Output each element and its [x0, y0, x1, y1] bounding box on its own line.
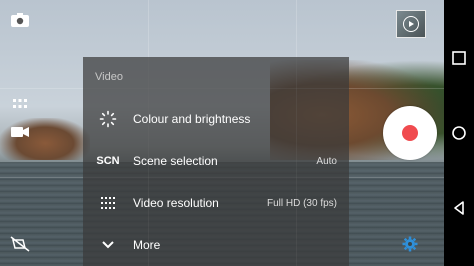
- video-mode-icon[interactable]: [8, 120, 32, 144]
- home-icon[interactable]: [449, 123, 469, 143]
- flash-off-icon[interactable]: [8, 232, 32, 256]
- menu-item-more[interactable]: More: [83, 224, 349, 266]
- scn-icon: SCN: [96, 155, 120, 167]
- record-button[interactable]: [383, 106, 437, 160]
- video-settings-menu: Video Colour and brightness SCN Scene se…: [83, 57, 349, 266]
- gear-icon[interactable]: [400, 234, 420, 254]
- menu-item-colour-brightness[interactable]: Colour and brightness: [83, 98, 349, 140]
- mode-dots-icon[interactable]: [8, 92, 32, 116]
- menu-item-label: More: [133, 238, 161, 252]
- menu-item-value: Auto: [316, 155, 337, 167]
- menu-item-label: Video resolution: [133, 196, 219, 210]
- grid-dots-icon: [83, 196, 133, 210]
- menu-item-label: Scene selection: [133, 154, 218, 168]
- menu-item-scene-selection[interactable]: SCN Scene selection Auto: [83, 140, 349, 182]
- menu-item-video-resolution[interactable]: Video resolution Full HD (30 fps): [83, 182, 349, 224]
- brightness-icon: [83, 110, 133, 128]
- menu-item-label: Colour and brightness: [133, 112, 251, 126]
- menu-item-value: Full HD (30 fps): [266, 197, 337, 209]
- back-icon[interactable]: [449, 198, 469, 218]
- gallery-thumbnail[interactable]: [396, 10, 426, 38]
- record-icon: [402, 125, 418, 141]
- system-navbar: [444, 0, 474, 266]
- switch-camera-icon[interactable]: [8, 8, 32, 32]
- chevron-down-icon: [83, 240, 133, 250]
- menu-title: Video: [95, 71, 123, 83]
- recents-icon[interactable]: [449, 48, 469, 68]
- play-icon: [403, 16, 419, 32]
